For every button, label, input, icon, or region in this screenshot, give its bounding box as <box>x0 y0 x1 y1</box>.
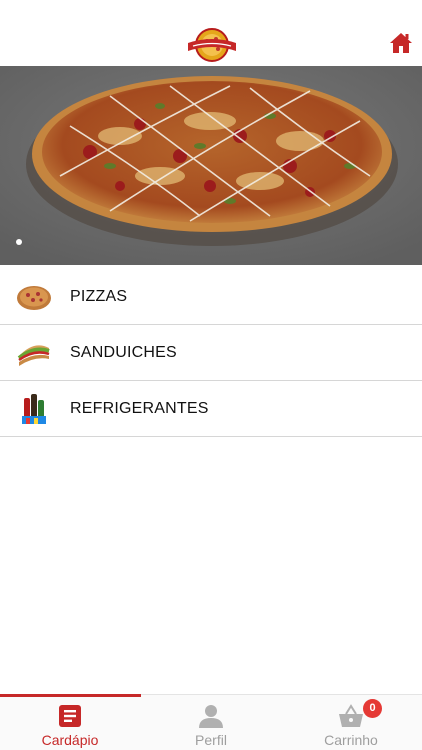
app-header <box>0 0 422 66</box>
tab-carrinho[interactable]: 0 Carrinho <box>281 695 421 750</box>
bottom-navigation: Cardápio Perfil 0 Carrinho <box>0 694 422 750</box>
pizza-thumbnail <box>17 286 51 310</box>
category-label: REFRIGERANTES <box>70 400 209 417</box>
sandwich-thumbnail <box>17 345 50 366</box>
sabor-caseiro-logo <box>188 28 236 62</box>
tab-perfil[interactable]: Perfil <box>141 695 281 750</box>
tab-label: Perfil <box>195 732 227 748</box>
category-item-pizzas[interactable]: PIZZAS <box>0 269 422 325</box>
menu-icon <box>59 705 81 727</box>
home-icon[interactable] <box>389 31 413 55</box>
category-list: PIZZAS SANDUICHES REFRIGERANTES <box>0 269 422 437</box>
carousel-dot[interactable] <box>16 239 22 245</box>
basket-icon <box>339 704 363 727</box>
cart-count-badge: 0 <box>363 699 382 718</box>
person-icon <box>199 705 223 728</box>
category-item-refrigerantes[interactable]: REFRIGERANTES <box>0 381 422 437</box>
promo-banner[interactable] <box>0 66 422 265</box>
tab-label: Carrinho <box>324 732 378 748</box>
pizza-banner-image <box>0 66 422 265</box>
soda-thumbnail <box>22 394 46 424</box>
category-label: PIZZAS <box>70 288 128 305</box>
tab-label: Cardápio <box>41 732 99 748</box>
tab-cardapio[interactable]: Cardápio <box>0 695 140 750</box>
category-label: SANDUICHES <box>70 344 177 361</box>
category-item-sanduiches[interactable]: SANDUICHES <box>0 325 422 381</box>
